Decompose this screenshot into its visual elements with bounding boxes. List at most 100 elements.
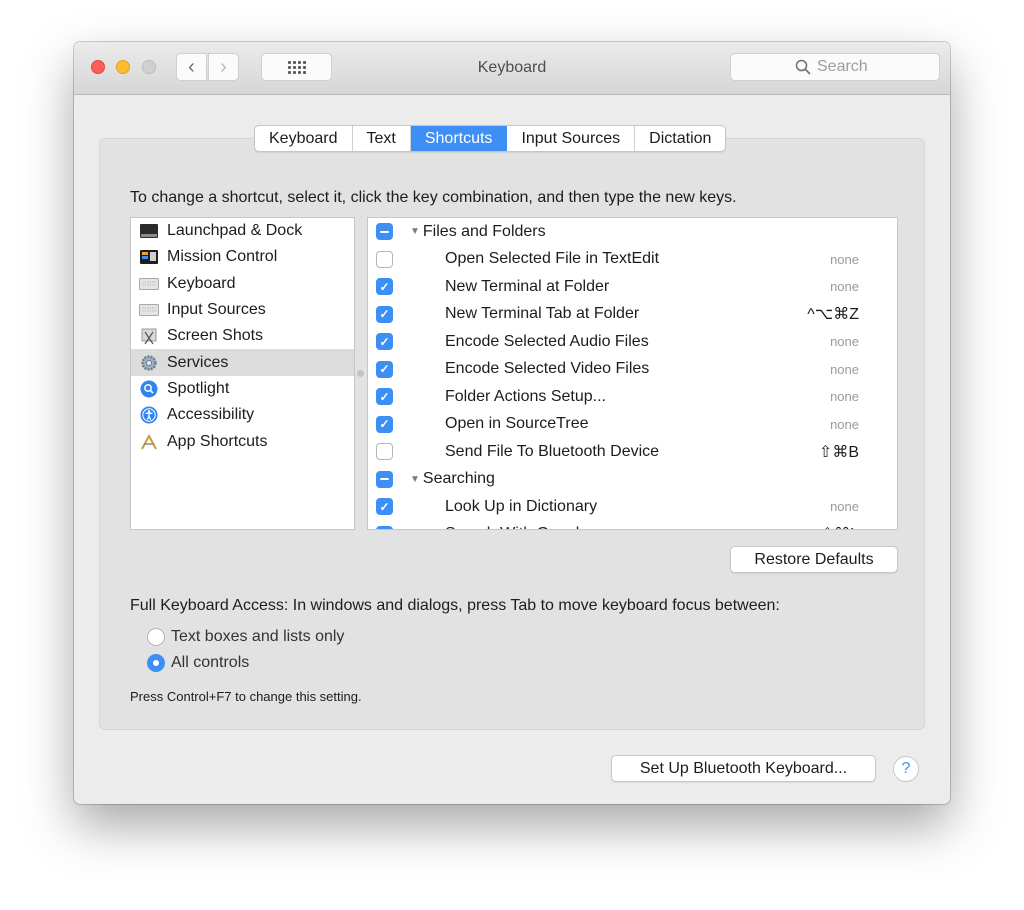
category-list[interactable]: Launchpad & Dock Mission Control Keyboard I… [130, 217, 355, 530]
search-icon [795, 59, 811, 75]
shortcut-list[interactable]: ▼ Files and Folders Open Selected File in … [367, 217, 898, 530]
help-button[interactable]: ? [893, 756, 919, 782]
shortcut-row[interactable]: Open Selected File in TextEdit none [368, 246, 897, 274]
checkbox[interactable]: ✓ [376, 525, 393, 529]
key-combination[interactable]: ⇧⌘B [819, 442, 859, 462]
search-input[interactable] [817, 58, 875, 76]
checkbox[interactable]: ✓ [376, 360, 393, 378]
screenshot-icon [139, 328, 159, 345]
tab-keyboard[interactable]: Keyboard [255, 126, 353, 151]
radio-label: All controls [171, 654, 250, 671]
mixed-checkbox[interactable] [376, 223, 393, 241]
app-shortcuts-icon [139, 433, 159, 450]
spotlight-icon [139, 380, 159, 398]
checkbox[interactable]: ✓ [376, 278, 393, 296]
tab-text[interactable]: Text [353, 126, 411, 151]
category-label: Accessibility [167, 406, 255, 424]
radio-label: Text boxes and lists only [171, 628, 345, 645]
instructions-text: To change a shortcut, select it, click t… [130, 189, 737, 206]
radio-text-boxes-only[interactable]: Text boxes and lists only [147, 628, 344, 646]
key-combination[interactable]: none [830, 334, 859, 349]
shortcut-row[interactable]: ✓ Folder Actions Setup... none [368, 383, 897, 411]
radio-button[interactable] [147, 654, 165, 672]
full-keyboard-access-label: Full Keyboard Access: In windows and dia… [130, 597, 780, 614]
shortcut-label: Folder Actions Setup... [445, 387, 606, 405]
category-label: App Shortcuts [167, 432, 268, 450]
shortcut-group-row[interactable]: ▼ Searching [368, 466, 897, 494]
keyboard-icon [139, 276, 159, 292]
key-combination[interactable]: ⇧⌘L [821, 524, 859, 529]
shortcut-row[interactable]: ✓ New Terminal at Folder none [368, 273, 897, 301]
keyboard-preferences-window: ‹ › Keyboard KeyboardTextShortcutsInput … [74, 42, 950, 804]
shortcut-label: Send File To Bluetooth Device [445, 442, 660, 460]
shortcut-row[interactable]: ✓ Look Up in Dictionary none [368, 493, 897, 521]
category-spotlight[interactable]: Spotlight [131, 376, 354, 402]
search-field[interactable] [730, 53, 940, 81]
checkbox[interactable]: ✓ [376, 415, 393, 433]
checkbox[interactable]: ✓ [376, 498, 393, 516]
shortcut-label: Encode Selected Video Files [445, 360, 650, 378]
category-label: Services [167, 353, 229, 371]
mixed-checkbox[interactable] [376, 470, 393, 488]
checkbox[interactable] [376, 443, 393, 461]
shortcut-group-row[interactable]: ▼ Files and Folders [368, 218, 897, 246]
radio-button[interactable] [147, 628, 165, 646]
category-label: Screen Shots [167, 327, 264, 345]
checkbox[interactable] [376, 250, 393, 268]
input-sources-icon [139, 302, 159, 318]
shortcut-row[interactable]: ✓ Search With Google ⇧⌘L [368, 521, 897, 529]
category-app-shortcuts[interactable]: App Shortcuts [131, 428, 354, 454]
key-combination[interactable]: ^⌥⌘Z [807, 304, 859, 324]
category-label: Spotlight [167, 379, 230, 397]
mission-control-icon [139, 249, 159, 265]
key-combination[interactable]: none [830, 362, 859, 377]
launchpad-icon [139, 223, 159, 239]
category-screen-shots[interactable]: Screen Shots [131, 323, 354, 349]
gear-icon [139, 354, 159, 371]
title-bar: ‹ › Keyboard [74, 42, 950, 95]
tab-shortcuts[interactable]: Shortcuts [410, 126, 508, 151]
category-accessibility[interactable]: Accessibility [131, 402, 354, 428]
restore-defaults-button[interactable]: Restore Defaults [730, 546, 898, 573]
group-title: Searching [422, 470, 495, 488]
disclosure-triangle-icon[interactable]: ▼ [410, 226, 420, 237]
category-input-sources[interactable]: Input Sources [131, 297, 354, 323]
shortcut-row[interactable]: ✓ Open in SourceTree none [368, 411, 897, 439]
key-combination[interactable]: none [830, 389, 859, 404]
checkbox[interactable]: ✓ [376, 305, 393, 323]
category-mission-control[interactable]: Mission Control [131, 244, 354, 270]
shortcut-row[interactable]: ✓ New Terminal Tab at Folder ^⌥⌘Z [368, 301, 897, 329]
tab-dictation[interactable]: Dictation [635, 126, 725, 151]
group-title: Files and Folders [422, 222, 546, 240]
help-icon: ? [901, 760, 911, 777]
category-label: Input Sources [167, 301, 266, 319]
group-label: ▼ Searching [410, 470, 495, 488]
shortcut-row[interactable]: ✓ Encode Selected Audio Files none [368, 328, 897, 356]
category-keyboard[interactable]: Keyboard [131, 271, 354, 297]
category-label: Mission Control [167, 248, 278, 266]
category-label: Keyboard [167, 274, 236, 292]
shortcut-row[interactable]: ✓ Encode Selected Video Files none [368, 356, 897, 384]
key-combination[interactable]: none [830, 499, 859, 514]
disclosure-triangle-icon[interactable]: ▼ [410, 474, 420, 485]
accessibility-icon [139, 406, 159, 424]
shortcut-label: Open Selected File in TextEdit [445, 250, 660, 268]
category-launchpad-dock[interactable]: Launchpad & Dock [131, 218, 354, 244]
shortcut-label: Encode Selected Audio Files [445, 332, 649, 350]
tab-input-sources[interactable]: Input Sources [507, 126, 636, 151]
setup-bluetooth-keyboard-button[interactable]: Set Up Bluetooth Keyboard... [611, 755, 876, 782]
radio-all-controls[interactable]: All controls [147, 654, 249, 672]
key-combination[interactable]: none [830, 252, 859, 267]
checkbox[interactable]: ✓ [376, 333, 393, 351]
key-combination[interactable]: none [830, 279, 859, 294]
category-label: Launchpad & Dock [167, 222, 303, 240]
shortcut-label: New Terminal at Folder [445, 277, 610, 295]
category-services[interactable]: Services [131, 349, 354, 376]
checkbox[interactable]: ✓ [376, 388, 393, 406]
shortcut-label: Look Up in Dictionary [445, 497, 598, 515]
shortcut-row[interactable]: Send File To Bluetooth Device ⇧⌘B [368, 438, 897, 466]
key-combination[interactable]: none [830, 417, 859, 432]
split-view-handle[interactable] [357, 370, 364, 377]
shortcut-label: Open in SourceTree [445, 415, 589, 433]
tab-bar: Keyboard Text Shortcuts Input Sources Dictat… [254, 125, 727, 152]
